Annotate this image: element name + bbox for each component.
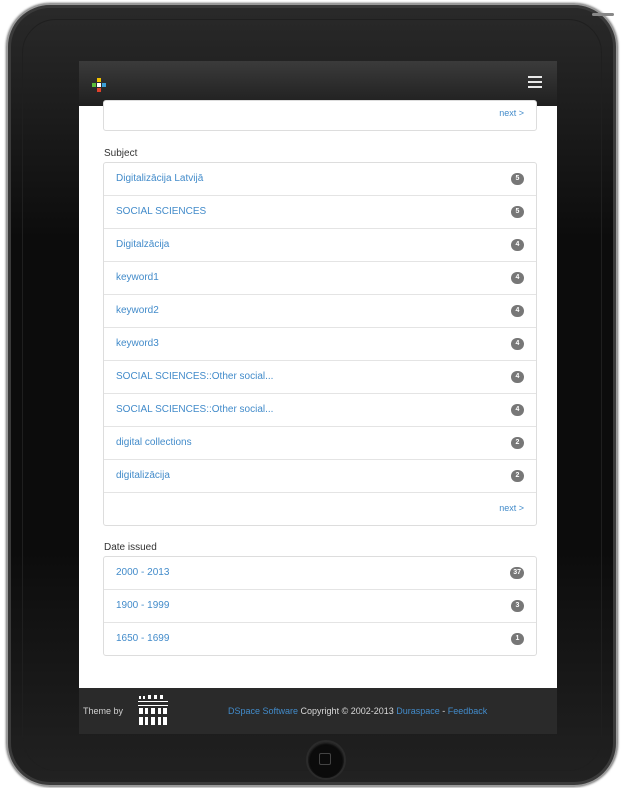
previous-facet-panel: next >	[103, 100, 537, 131]
facet-row[interactable]: keyword3 4	[104, 328, 536, 361]
facet-row[interactable]: digitalizācija 2	[104, 460, 536, 493]
cineca-logo-icon[interactable]	[136, 694, 170, 728]
dspace-logo-icon[interactable]	[92, 78, 106, 92]
count-badge: 1	[511, 633, 524, 645]
facet-row[interactable]: keyword1 4	[104, 262, 536, 295]
footer-copyright: DSpace Software Copyright © 2002-2013 Du…	[228, 706, 487, 716]
copyright-text: Copyright © 2002-2013	[298, 706, 397, 716]
facet-label[interactable]: SOCIAL SCIENCES::Other social...	[116, 371, 273, 382]
count-badge: 4	[511, 404, 524, 416]
feedback-link[interactable]: Feedback	[448, 706, 488, 716]
facet-label[interactable]: 1900 - 1999	[116, 600, 169, 611]
facet-row[interactable]: Digitalizācija Latvijā 5	[104, 163, 536, 196]
power-button	[592, 13, 614, 16]
facet-label[interactable]: digital collections	[116, 437, 192, 448]
facet-label[interactable]: SOCIAL SCIENCES::Other social...	[116, 404, 273, 415]
home-button-icon	[319, 753, 331, 765]
page-footer: Theme by DSpace Software Copyright © 200…	[79, 688, 557, 734]
count-badge: 4	[511, 272, 524, 284]
count-badge: 37	[510, 567, 524, 579]
tablet-screen: next > Subject Digitalizācija Latvijā 5 SO…	[79, 61, 557, 734]
facet-row[interactable]: Digitalzācija 4	[104, 229, 536, 262]
dspace-software-link[interactable]: DSpace Software	[228, 706, 298, 716]
facet-row[interactable]: 1900 - 1999 3	[104, 590, 536, 623]
count-badge: 4	[511, 305, 524, 317]
hamburger-menu-icon[interactable]	[528, 76, 542, 88]
next-row: next >	[104, 101, 536, 133]
facet-label[interactable]: keyword1	[116, 272, 159, 283]
count-badge: 3	[511, 600, 524, 612]
facet-label[interactable]: 1650 - 1699	[116, 633, 169, 644]
facet-label[interactable]: Digitalizācija Latvijā	[116, 173, 203, 184]
subject-heading: Subject	[104, 148, 138, 159]
facet-label[interactable]: keyword3	[116, 338, 159, 349]
count-badge: 2	[511, 437, 524, 449]
date-issued-facet-panel: 2000 - 2013 37 1900 - 1999 3 1650 - 1699 1	[103, 556, 537, 656]
facet-label[interactable]: SOCIAL SCIENCES	[116, 206, 206, 217]
next-row: next >	[104, 493, 536, 525]
facet-row[interactable]: SOCIAL SCIENCES::Other social... 4	[104, 361, 536, 394]
footer-separator: -	[439, 706, 448, 716]
date-issued-heading: Date issued	[104, 542, 157, 553]
facet-row[interactable]: 1650 - 1699 1	[104, 623, 536, 655]
facet-label[interactable]: keyword2	[116, 305, 159, 316]
next-link[interactable]: next >	[499, 503, 524, 513]
facet-row[interactable]: 2000 - 2013 37	[104, 557, 536, 590]
facet-row[interactable]: SOCIAL SCIENCES 5	[104, 196, 536, 229]
duraspace-link[interactable]: Duraspace	[396, 706, 440, 716]
count-badge: 4	[511, 371, 524, 383]
next-link[interactable]: next >	[499, 108, 524, 118]
count-badge: 5	[511, 206, 524, 218]
facet-label[interactable]: Digitalzācija	[116, 239, 169, 250]
count-badge: 4	[511, 239, 524, 251]
facet-row[interactable]: SOCIAL SCIENCES::Other social... 4	[104, 394, 536, 427]
home-button	[306, 740, 346, 780]
main-content: next > Subject Digitalizācija Latvijā 5 SO…	[79, 100, 557, 688]
facet-row[interactable]: digital collections 2	[104, 427, 536, 460]
count-badge: 2	[511, 470, 524, 482]
facet-label[interactable]: 2000 - 2013	[116, 567, 169, 578]
facet-label[interactable]: digitalizācija	[116, 470, 170, 481]
subject-facet-panel: Digitalizācija Latvijā 5 SOCIAL SCIENCES 5 D…	[103, 162, 537, 526]
theme-by-text: Theme by	[83, 706, 124, 716]
count-badge: 4	[511, 338, 524, 350]
count-badge: 5	[511, 173, 524, 185]
facet-row[interactable]: keyword2 4	[104, 295, 536, 328]
